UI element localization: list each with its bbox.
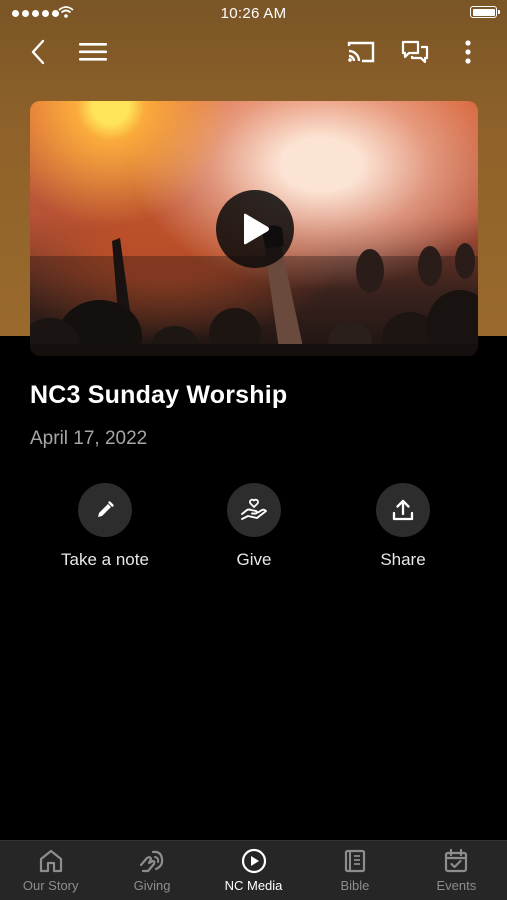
- tab-label: Giving: [133, 878, 171, 893]
- chevron-left-icon: [31, 39, 45, 65]
- tab-nc-media[interactable]: NC Media: [203, 841, 304, 900]
- take-a-note-button[interactable]: [78, 483, 132, 537]
- share-label: Share: [380, 550, 426, 569]
- tab-label: NC Media: [224, 878, 283, 893]
- video-thumbnail[interactable]: [30, 101, 478, 356]
- more-options-button[interactable]: [450, 34, 486, 70]
- menu-button[interactable]: [75, 34, 111, 70]
- back-button[interactable]: [20, 34, 56, 70]
- tab-label: Bible: [340, 878, 370, 893]
- give-button[interactable]: [227, 483, 281, 537]
- status-time: 10:26 AM: [220, 5, 287, 22]
- more-vertical-icon: [465, 40, 471, 64]
- status-bar: 10:26 AM: [0, 0, 507, 28]
- give-label: Give: [236, 550, 272, 569]
- chat-bubbles-icon: [401, 40, 429, 64]
- share-upload-icon: [392, 499, 414, 521]
- calendar-check-icon: [445, 848, 468, 873]
- book-icon: [344, 849, 366, 873]
- take-a-note-label: Take a note: [61, 550, 149, 569]
- tab-label: Our Story: [22, 878, 79, 893]
- play-icon: [244, 213, 269, 245]
- heart-hand-icon: [241, 498, 267, 520]
- chat-button[interactable]: [397, 34, 433, 70]
- hamburger-menu-icon: [79, 43, 107, 61]
- cast-icon: [347, 41, 375, 63]
- share-button[interactable]: [376, 483, 430, 537]
- tab-giving[interactable]: Giving: [101, 841, 202, 900]
- media-title: NC3 Sunday Worship: [30, 381, 288, 409]
- media-date: April 17, 2022: [30, 428, 148, 449]
- give-action[interactable]: Give: [174, 483, 334, 570]
- home-icon: [39, 849, 62, 873]
- play-circle-icon: [241, 848, 266, 874]
- share-action[interactable]: Share: [323, 483, 483, 570]
- tab-bible[interactable]: Bible: [304, 841, 405, 900]
- bottom-tab-bar: Our Story Giving NC Media Bible Events: [0, 840, 507, 900]
- giving-icon: [140, 850, 164, 873]
- tab-label: Events: [436, 878, 477, 893]
- battery-icon: [470, 6, 500, 18]
- tab-events[interactable]: Events: [406, 841, 507, 900]
- tab-our-story[interactable]: Our Story: [0, 841, 101, 900]
- pencil-icon: [98, 501, 114, 517]
- cast-button[interactable]: [343, 34, 379, 70]
- play-button[interactable]: [216, 190, 294, 268]
- take-a-note-action[interactable]: Take a note: [25, 483, 185, 570]
